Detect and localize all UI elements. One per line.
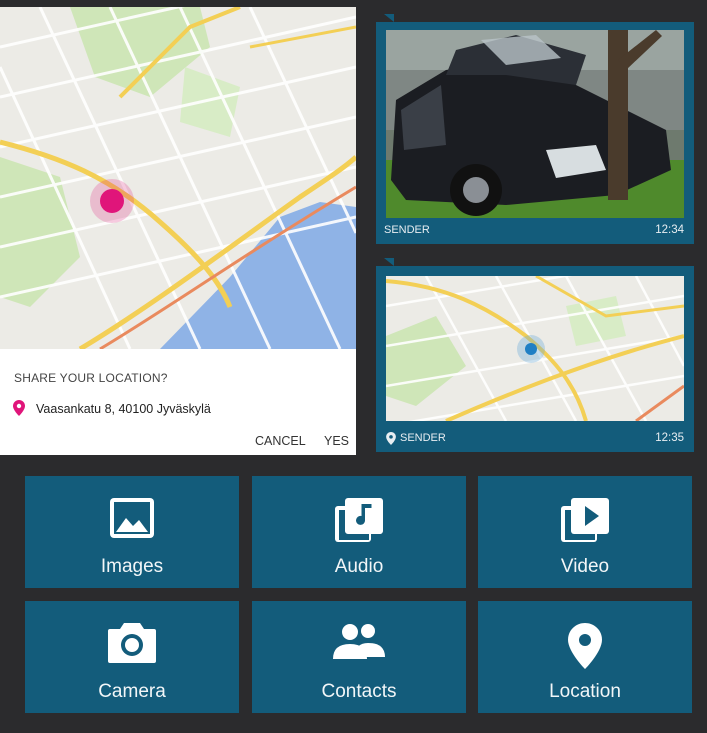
message-sender: SENDER — [400, 432, 446, 444]
tile-label: Video — [560, 556, 610, 577]
image-icon — [110, 498, 154, 538]
tile-label: Images — [100, 556, 164, 577]
share-location-map[interactable] — [0, 7, 356, 349]
camera-icon — [108, 623, 156, 663]
tile-label: Audio — [334, 556, 384, 577]
message-sender: SENDER — [384, 224, 430, 236]
message-time: 12:35 — [655, 432, 684, 444]
tile-label: Contacts — [321, 681, 397, 702]
share-location-panel: SHARE YOUR LOCATION? Vaasankatu 8, 40100… — [0, 7, 356, 455]
message-footer: SENDER 12:34 — [384, 224, 684, 238]
location-pin-icon — [13, 400, 25, 416]
tile-images[interactable]: Images — [25, 476, 239, 588]
tile-audio[interactable]: Audio — [252, 476, 466, 588]
tile-camera[interactable]: Camera — [25, 601, 239, 713]
message-location[interactable]: SENDER 12:35 — [376, 266, 694, 452]
shared-location-map[interactable] — [386, 276, 684, 421]
tile-label: Camera — [98, 681, 166, 702]
crash-photo[interactable] — [386, 30, 684, 218]
share-location-title: SHARE YOUR LOCATION? — [14, 371, 168, 385]
location-pin-icon — [386, 432, 396, 445]
share-location-card: SHARE YOUR LOCATION? Vaasankatu 8, 40100… — [0, 349, 356, 455]
app-frame: SHARE YOUR LOCATION? Vaasankatu 8, 40100… — [0, 0, 707, 733]
cancel-button[interactable]: CANCEL — [255, 434, 306, 448]
message-footer: SENDER 12:35 — [384, 432, 684, 446]
tile-video[interactable]: Video — [478, 476, 692, 588]
audio-icon — [335, 498, 383, 542]
yes-button[interactable]: YES — [324, 434, 349, 448]
video-icon — [561, 498, 609, 542]
share-location-address: Vaasankatu 8, 40100 Jyväskylä — [36, 402, 211, 416]
location-pin-icon — [568, 623, 602, 669]
message-photo[interactable]: SENDER 12:34 — [376, 22, 694, 244]
message-tail — [384, 14, 394, 22]
message-tail — [384, 258, 394, 266]
message-time: 12:34 — [655, 224, 684, 236]
contacts-icon — [333, 624, 385, 659]
tile-location[interactable]: Location — [478, 601, 692, 713]
tile-label: Location — [549, 681, 621, 702]
tile-contacts[interactable]: Contacts — [252, 601, 466, 713]
